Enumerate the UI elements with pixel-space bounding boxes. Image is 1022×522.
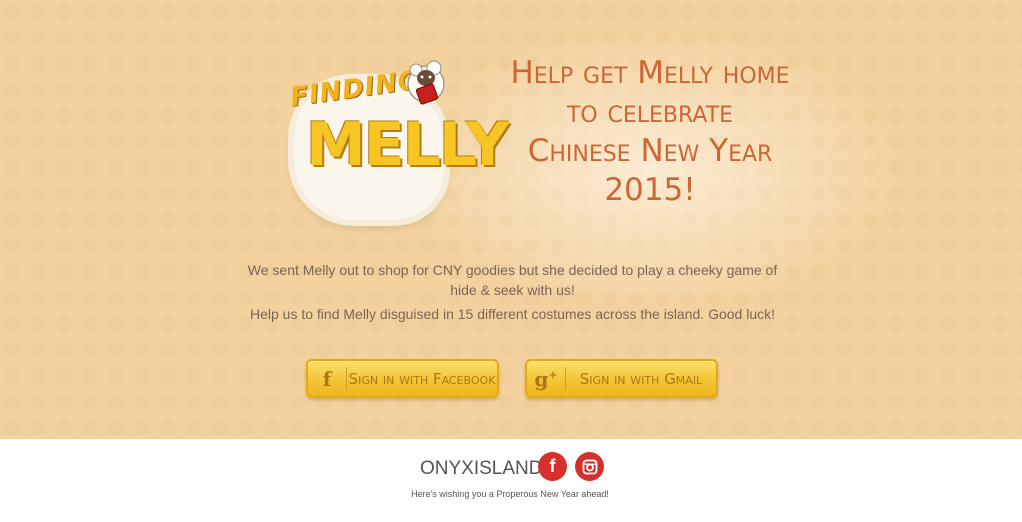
sign-in-gmail-button[interactable]: g+ Sign in with Gmail — [525, 359, 718, 398]
headline-line-4: 2015! — [604, 172, 696, 208]
headline-line-2: to celebrate — [566, 94, 734, 130]
facebook-icon: f — [322, 366, 332, 391]
finding-melly-logo: FINDING MELLY — [286, 52, 509, 222]
instagram-icon — [582, 459, 597, 474]
sign-in-gmail-label: Sign in with Gmail — [579, 369, 703, 388]
headline: Help get Melly home to celebrate Chinese… — [510, 54, 790, 210]
sheep-mascot-icon — [407, 60, 445, 105]
headline-line-1: Help get Melly home — [510, 55, 790, 91]
headline-line-3: Chinese New Year — [527, 133, 773, 169]
logo-melly-text: MELLY — [306, 110, 509, 180]
footer-tagline: Here's wishing you a Properous New Year … — [411, 489, 609, 499]
google-plus-icon: g+ — [534, 366, 558, 391]
instructions-paragraph: Help us to find Melly disguised in 15 di… — [249, 306, 775, 322]
sign-in-facebook-button[interactable]: f Sign in with Facebook — [306, 359, 499, 398]
footer-facebook-link[interactable]: f — [538, 452, 567, 481]
footer-instagram-link[interactable] — [575, 452, 604, 481]
sign-in-facebook-label: Sign in with Facebook — [348, 369, 496, 388]
intro-paragraph: We sent Melly out to shop for CNY goodie… — [247, 262, 778, 298]
corner-patch — [78, 496, 210, 522]
facebook-icon: f — [549, 456, 556, 476]
hero-section: FINDING MELLY Help get Melly home to cel… — [0, 0, 1022, 439]
brand-name: ONYXISLAND — [420, 458, 543, 479]
